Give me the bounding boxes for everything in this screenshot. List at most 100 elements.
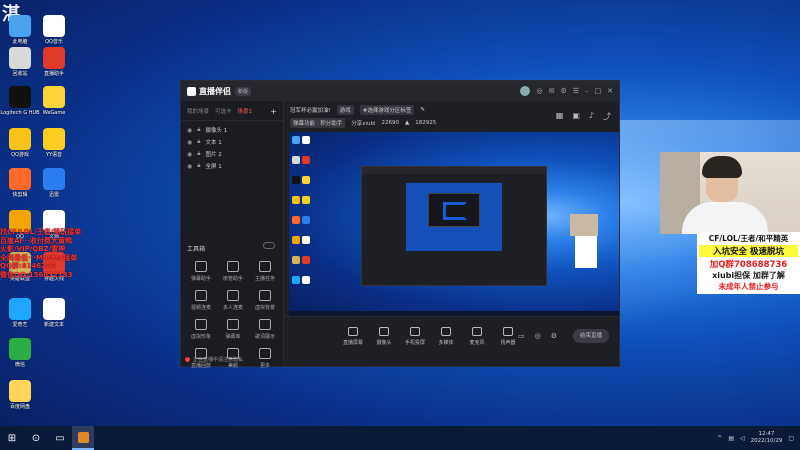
preview-desktop-icon (292, 136, 300, 144)
category-chip[interactable]: 游戏 (336, 105, 354, 115)
source-button[interactable]: 直播屏幕 (342, 327, 364, 346)
room-title[interactable]: 冠军杯必赢加油! (290, 106, 331, 114)
promo-line: 入坑安全 极速脱坑 (699, 245, 798, 257)
edit-icon[interactable]: ✎ (420, 107, 425, 113)
source-button-label: 手机投屏 (404, 340, 425, 346)
source-item[interactable]: ◉ 🔒︎ 摄像头 1 (181, 124, 283, 136)
start-icon[interactable]: ⊞ (0, 426, 24, 450)
lock-icon[interactable]: 🔒︎ (197, 162, 200, 170)
preview-desktop-icon (292, 216, 300, 224)
fire-icon: ▲ (405, 120, 410, 126)
toolbox-item[interactable]: 歌词展示 (249, 319, 281, 340)
stream-preview[interactable] (289, 132, 619, 318)
desktop-icon-label: 迅雷 (48, 192, 59, 198)
settings-icon[interactable]: ⚙ (551, 332, 557, 340)
avatar[interactable] (520, 86, 531, 96)
settings-icon[interactable]: ⚙ (560, 87, 566, 95)
search-icon[interactable]: ⊙ (24, 426, 48, 450)
app-title: 直播伴侣 (199, 86, 231, 96)
preview-desktop-icon (292, 196, 300, 204)
toolbox-item[interactable]: 虚拟形象 (185, 319, 217, 340)
visibility-eye-icon[interactable]: ◉ (187, 163, 192, 170)
minimize-icon[interactable]: – (585, 87, 589, 95)
bell-icon[interactable]: ♪ (589, 111, 594, 122)
desktop-icon[interactable]: 微信 (0, 338, 40, 368)
toolbox-item[interactable]: 主播任务 (249, 261, 281, 282)
close-icon[interactable]: ✕ (607, 87, 613, 95)
toolbox-item[interactable]: 弹幕助手 (185, 261, 217, 282)
lock-icon[interactable]: 🔒︎ (197, 150, 200, 158)
version-badge[interactable]: 新版 (235, 86, 252, 96)
tab-my-scenes[interactable]: 我的场景 (187, 107, 209, 116)
tool-label: 虚拟背景 (254, 305, 275, 311)
tool-icon (259, 290, 271, 301)
source-button-label: 直播屏幕 (342, 340, 363, 346)
preview-desktop-icon (292, 156, 300, 164)
source-button[interactable]: 手机投屏 (404, 327, 426, 346)
viewer-count: 22690 (381, 120, 400, 126)
visibility-eye-icon[interactable]: ◉ (187, 151, 192, 158)
preview-desktop-icon (302, 196, 310, 204)
share-icon[interactable]: ⤴ (603, 111, 611, 122)
app-icon (9, 298, 31, 320)
task-view-icon[interactable]: ▭ (48, 426, 72, 450)
maximize-icon[interactable]: □ (595, 87, 602, 95)
tool-icon (195, 319, 207, 330)
toolbox-item[interactable]: 弹幕库 (217, 319, 249, 340)
webcam-person-hair (702, 156, 742, 178)
network-icon[interactable]: ▤ (728, 435, 734, 442)
source-item[interactable]: ◉ 🔒︎ 文本 1 (181, 136, 283, 148)
toolbox-item[interactable]: 房管助手 (217, 261, 249, 282)
room-tag-chip[interactable]: #选择游戏分区标签 (359, 105, 415, 115)
toolbox-item[interactable]: 视频连麦 (185, 290, 217, 311)
source-button[interactable]: 多媒体 (435, 327, 457, 346)
desktop-icon[interactable]: 百度网盘 (0, 380, 40, 410)
stop-live-button[interactable]: 结束直播 (573, 329, 609, 343)
desktop-icon[interactable]: WeGame (34, 86, 74, 116)
lock-icon[interactable]: 🔒︎ (197, 138, 200, 146)
nested-app-window (361, 166, 547, 286)
clock[interactable]: 12:47 2022/10/29 (751, 431, 783, 445)
toolbox-item[interactable]: 多人连麦 (217, 290, 249, 311)
source-button[interactable]: 摄像头 (373, 327, 395, 346)
source-item[interactable]: ◉ 🔒︎ 图片 2 (181, 148, 283, 160)
toolbox-item[interactable]: 更多 (249, 348, 281, 369)
record-icon[interactable]: ◎ (535, 332, 541, 340)
desktop-icon[interactable]: 迅雷 (34, 168, 74, 198)
desktop-icon[interactable]: YY语音 (34, 128, 74, 158)
tool-label: 歌词展示 (254, 334, 275, 340)
tab-scene-1[interactable]: 场景1 (238, 107, 253, 116)
camera-icon[interactable]: ▭ (518, 332, 525, 340)
message-icon[interactable]: ✉ (549, 87, 555, 95)
toolbox-toggle[interactable] (263, 242, 275, 249)
tray-arrow-icon[interactable]: ^ (717, 435, 722, 442)
source-item[interactable]: ◉ 🔒︎ 全屏 1 (181, 160, 283, 172)
source-button-icon (348, 327, 358, 336)
layout-icon[interactable]: ▦ (556, 111, 564, 122)
toolbox-item[interactable]: 虚拟背景 (249, 290, 281, 311)
taskbar-app-live-assistant[interactable] (72, 426, 94, 450)
pip-icon[interactable]: ▣ (572, 111, 580, 122)
desktop-icon[interactable]: 直播助手 (34, 47, 74, 77)
source-button-icon (379, 327, 389, 336)
lock-icon[interactable]: 🔒︎ (197, 126, 200, 134)
source-button[interactable]: 麦克风 (466, 327, 488, 346)
desktop-icon[interactable]: QQ音乐 (34, 15, 74, 45)
desktop-icon[interactable]: 新建文本 (34, 298, 74, 328)
volume-icon[interactable]: ◁ (740, 435, 745, 442)
source-buttons: 直播屏幕 摄像头 手机投屏 多媒体 麦克风 扬声器 (342, 327, 519, 346)
headset-icon[interactable]: ◎ (536, 87, 542, 95)
visibility-eye-icon[interactable]: ◉ (187, 127, 192, 134)
room-feature-chip[interactable]: 弹幕功能 · 积分助手 (290, 118, 346, 128)
app-logo-icon (187, 86, 196, 96)
source-label: 全屏 1 (205, 164, 222, 170)
source-button[interactable]: 扬声器 (497, 327, 519, 346)
preview-desktop-icon (302, 236, 310, 244)
menu-icon[interactable]: ☰ (573, 87, 579, 95)
desktop-icon-label: 百度网盘 (9, 404, 30, 410)
add-scene-icon[interactable]: + (270, 107, 277, 116)
app-icon (43, 128, 65, 150)
tab-optional[interactable]: 可选卡 (215, 107, 232, 116)
notification-icon[interactable]: ▢ (788, 435, 794, 442)
visibility-eye-icon[interactable]: ◉ (187, 139, 192, 146)
